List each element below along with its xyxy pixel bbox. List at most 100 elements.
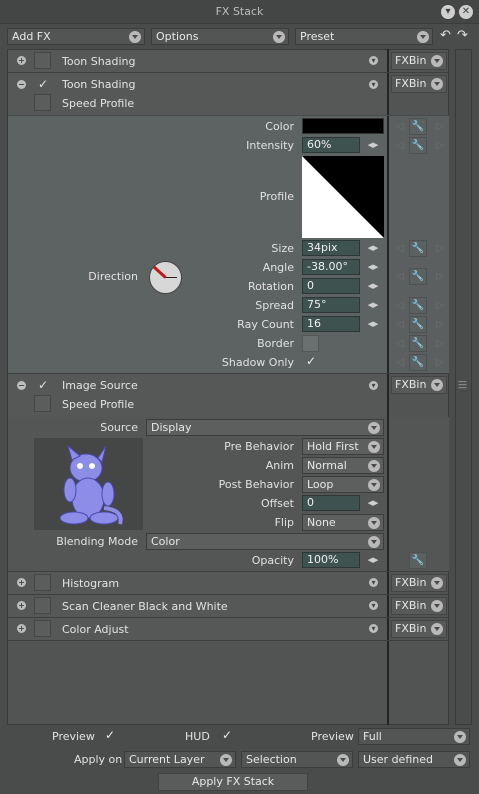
fxbin-dropdown[interactable]: FXBin (391, 574, 447, 592)
size-field[interactable]: 34pix (302, 240, 360, 256)
chevron-down-icon (431, 379, 443, 391)
profile-curve[interactable] (302, 156, 384, 238)
wrench-icon[interactable]: 🔧 (409, 316, 427, 333)
stepper-icon[interactable]: ◀▶ (367, 299, 379, 311)
stepper-icon[interactable]: ◀▶ (367, 139, 379, 151)
prev-key-icon[interactable]: ◁ (393, 139, 407, 153)
options-dropdown[interactable]: Options (151, 28, 289, 45)
stepper-icon[interactable]: ◀▶ (367, 318, 379, 330)
chevron-down-icon[interactable]: ▾ (369, 578, 378, 587)
enable-checkbox[interactable] (34, 574, 51, 591)
prev-key-icon[interactable]: ◁ (393, 120, 407, 134)
chevron-down-icon[interactable]: ▾ (369, 601, 378, 610)
wrench-icon[interactable]: 🔧 (409, 268, 427, 285)
close-icon[interactable]: ✕ (459, 5, 473, 19)
next-key-icon[interactable]: ▷ (433, 337, 447, 351)
enable-checkbox[interactable] (34, 620, 51, 637)
enable-checkbox[interactable] (34, 52, 51, 69)
border-checkbox[interactable] (302, 335, 319, 352)
plus-circle-icon[interactable]: + (17, 56, 26, 65)
minimize-icon[interactable]: ▾ (441, 5, 455, 19)
offset-label: Offset (260, 497, 294, 510)
wrench-icon[interactable]: 🔧 (409, 552, 427, 569)
enable-checkbox[interactable] (34, 597, 51, 614)
chevron-down-icon[interactable]: ▾ (369, 80, 378, 89)
plus-circle-icon[interactable]: + (17, 578, 26, 587)
hud-checkbox[interactable]: ✓ (222, 728, 236, 742)
wrench-icon[interactable]: 🔧 (409, 240, 427, 257)
plus-circle-icon[interactable]: + (17, 624, 26, 633)
redo-icon[interactable]: ↷ (457, 28, 471, 44)
preset-dropdown[interactable]: Preset (295, 28, 433, 45)
prev-key-icon[interactable]: ◁ (393, 270, 407, 284)
prev-key-icon[interactable]: ◁ (393, 337, 407, 351)
wrench-icon[interactable]: 🔧 (409, 137, 427, 154)
prev-key-icon[interactable]: ◁ (393, 299, 407, 313)
selection-dropdown[interactable]: Selection (241, 751, 353, 768)
prev-key-icon[interactable]: ◁ (393, 356, 407, 370)
direction-dial[interactable] (148, 260, 183, 295)
checkmark-icon[interactable]: ✓ (38, 77, 48, 91)
apply-on-dropdown[interactable]: Current Layer (124, 751, 236, 768)
spread-label: Spread (255, 299, 294, 312)
checkmark-icon[interactable]: ✓ (38, 378, 48, 392)
stepper-icon[interactable]: ◀▶ (367, 554, 379, 566)
checkmark-icon[interactable]: ✓ (306, 354, 320, 368)
rotation-field[interactable]: 0 (302, 278, 360, 294)
chevron-down-icon (454, 731, 466, 743)
user-defined-dropdown[interactable]: User defined (358, 751, 470, 768)
stepper-icon[interactable]: ◀▶ (367, 242, 379, 254)
next-key-icon[interactable]: ▷ (433, 356, 447, 370)
intensity-field[interactable]: 60% (302, 137, 360, 153)
wrench-icon[interactable]: 🔧 (409, 335, 427, 352)
ray-count-field[interactable]: 16 (302, 316, 360, 332)
next-key-icon[interactable]: ▷ (433, 242, 447, 256)
wrench-icon[interactable]: 🔧 (409, 118, 427, 135)
add-fx-dropdown[interactable]: Add FX (7, 28, 145, 45)
color-swatch[interactable] (302, 118, 384, 134)
flip-dropdown[interactable]: None (302, 514, 384, 531)
scroll-handle-icon[interactable]: — — — (458, 378, 468, 393)
angle-field[interactable]: -38.00° (302, 259, 360, 275)
speed-profile-checkbox[interactable] (34, 395, 51, 412)
preview-label: Preview (52, 730, 95, 743)
next-key-icon[interactable]: ▷ (433, 318, 447, 332)
source-dropdown[interactable]: Display (146, 419, 384, 436)
chevron-down-icon[interactable]: ▾ (369, 56, 378, 65)
stepper-icon[interactable]: ◀▶ (367, 261, 379, 273)
anim-dropdown[interactable]: Normal (302, 457, 384, 474)
next-key-icon[interactable]: ▷ (433, 120, 447, 134)
plus-circle-icon[interactable]: + (17, 601, 26, 610)
minus-circle-icon[interactable]: − (17, 381, 26, 390)
next-key-icon[interactable]: ▷ (433, 299, 447, 313)
spread-field[interactable]: 75° (302, 297, 360, 313)
border-label: Border (257, 337, 294, 350)
offset-field[interactable]: 0 (302, 495, 360, 511)
pre-behavior-dropdown[interactable]: Hold First (302, 438, 384, 455)
stepper-icon[interactable]: ◀▶ (367, 497, 379, 509)
opacity-field[interactable]: 100% (302, 552, 360, 568)
preview-checkbox[interactable]: ✓ (105, 728, 119, 742)
preview-mode-dropdown[interactable]: Full (358, 728, 470, 745)
undo-icon[interactable]: ↶ (440, 28, 454, 44)
wrench-icon[interactable]: 🔧 (409, 354, 427, 371)
chevron-down-icon[interactable]: ▾ (369, 381, 378, 390)
post-behavior-dropdown[interactable]: Loop (302, 476, 384, 493)
next-key-icon[interactable]: ▷ (433, 270, 447, 284)
minus-circle-icon[interactable]: − (17, 80, 26, 89)
fxbin-dropdown[interactable]: FXBin (391, 620, 447, 638)
speed-profile-checkbox[interactable] (34, 94, 51, 111)
opacity-label: Opacity (251, 554, 294, 567)
apply-fx-stack-button[interactable]: Apply FX Stack (158, 773, 308, 791)
fxbin-dropdown[interactable]: FXBin (391, 376, 447, 394)
wrench-icon[interactable]: 🔧 (409, 297, 427, 314)
blending-mode-dropdown[interactable]: Color (146, 533, 384, 550)
next-key-icon[interactable]: ▷ (433, 139, 447, 153)
fxbin-dropdown[interactable]: FXBin (391, 52, 447, 70)
prev-key-icon[interactable]: ◁ (393, 242, 407, 256)
fxbin-dropdown[interactable]: FXBin (391, 597, 447, 615)
fxbin-dropdown[interactable]: FXBin (391, 75, 447, 93)
chevron-down-icon[interactable]: ▾ (369, 624, 378, 633)
stepper-icon[interactable]: ◀▶ (367, 280, 379, 292)
prev-key-icon[interactable]: ◁ (393, 318, 407, 332)
